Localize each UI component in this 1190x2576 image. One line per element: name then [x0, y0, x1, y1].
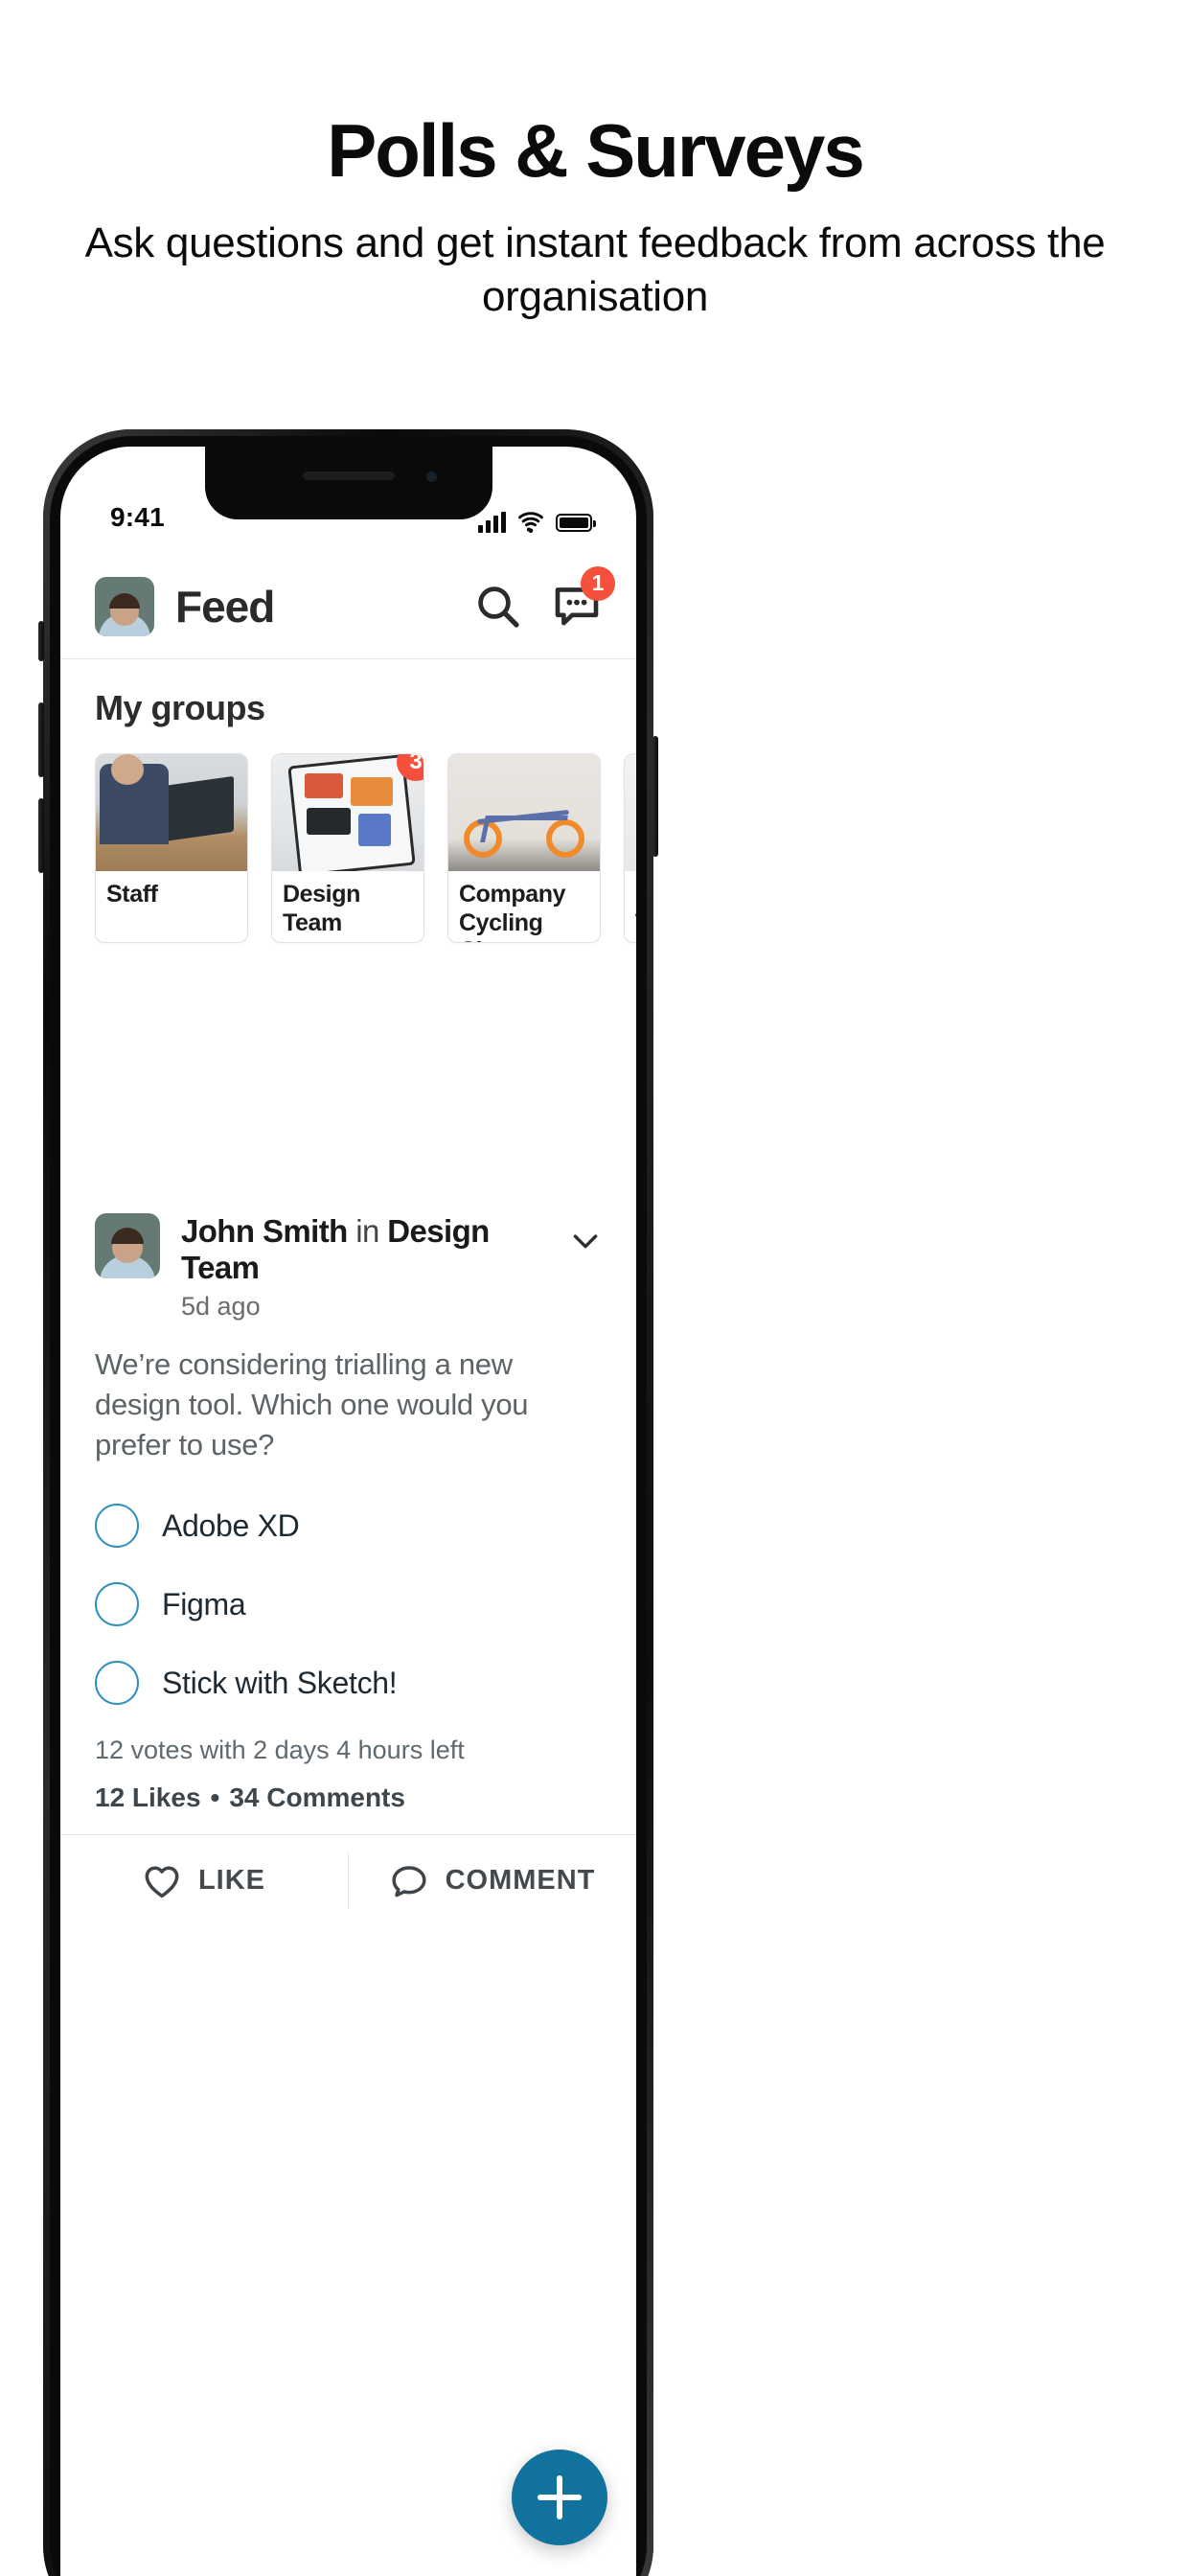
poll-option[interactable]: Stick with Sketch! [95, 1644, 602, 1722]
group-card[interactable]: Design Team [624, 753, 636, 943]
heart-icon [145, 1866, 179, 1898]
phone-screen: 9:41 Feed 1 My groups Staff 3 Design Tea… [60, 447, 636, 2576]
engagement-separator: • [210, 1782, 220, 1813]
poll-option-label: Figma [162, 1586, 246, 1622]
plus-icon [538, 2475, 582, 2519]
feed-title: Feed [175, 581, 275, 632]
post-header: John Smith in Design Team 5d ago [60, 1184, 636, 1322]
poll-option-label: Adobe XD [162, 1507, 300, 1543]
like-button-label: LIKE [197, 1865, 266, 1897]
post-options-button[interactable] [569, 1225, 602, 1257]
poll-option[interactable]: Figma [95, 1565, 602, 1644]
group-card[interactable]: Staff [95, 753, 248, 943]
status-time: 9:41 [110, 502, 165, 532]
search-icon [478, 586, 519, 628]
volume-up-button[interactable] [38, 702, 44, 777]
page-subtitle: Ask questions and get instant feedback f… [84, 219, 1106, 321]
post-author-name: John Smith [181, 1213, 348, 1249]
group-card[interactable]: Company Cycling Cl... [447, 753, 601, 943]
post-in-word: in [347, 1213, 388, 1249]
comment-button-label: COMMENT [445, 1865, 596, 1897]
messages-button[interactable]: 1 [552, 565, 615, 632]
post-engagement: 12 Likes • 34 Comments [60, 1765, 636, 1813]
likes-count[interactable]: 12 Likes [95, 1782, 201, 1812]
phone-mockup: 9:41 Feed 1 My groups Staff 3 Design Tea… [38, 429, 658, 2576]
post-meta: John Smith in Design Team 5d ago [181, 1213, 569, 1322]
poll-option-label: Stick with Sketch! [162, 1665, 398, 1700]
group-name: Company Cycling Cl... [459, 881, 566, 942]
cellular-signal-icon [478, 512, 506, 533]
earpiece-speaker [302, 472, 395, 480]
promo-page: Polls & Surveys Ask questions and get in… [0, 0, 1190, 2576]
comments-count[interactable]: 34 Comments [229, 1782, 405, 1812]
battery-icon [556, 513, 596, 532]
chevron-down-icon [573, 1234, 598, 1249]
volume-down-button[interactable] [38, 798, 44, 873]
phone-notch [204, 447, 492, 519]
post-body: We’re considering trialling a new design… [95, 1347, 529, 1462]
my-groups-heading: My groups [95, 688, 265, 727]
comment-button[interactable]: COMMENT [349, 1835, 636, 1926]
promo-block: Polls & Surveys Ask questions and get in… [0, 113, 1190, 325]
poll-option[interactable]: Adobe XD [95, 1486, 602, 1565]
radio-button-icon[interactable] [95, 1504, 139, 1549]
post-author-line: John Smith in Design Team [181, 1213, 569, 1286]
group-thumbnail [96, 754, 247, 871]
front-camera [425, 472, 437, 482]
app-header: Feed 1 [60, 554, 636, 659]
group-card[interactable]: 3 Design Team [271, 753, 424, 943]
comment-bubble-icon [391, 1866, 426, 1898]
wifi-icon [518, 512, 543, 533]
radio-button-icon[interactable] [95, 1661, 139, 1706]
silent-switch[interactable] [38, 621, 44, 661]
group-name: Design Team [625, 871, 636, 942]
post-timestamp: 5d ago [181, 1292, 261, 1321]
create-post-fab[interactable] [512, 2450, 607, 2545]
power-button[interactable] [652, 736, 658, 857]
search-button[interactable] [473, 582, 523, 632]
user-avatar[interactable] [95, 576, 154, 636]
post-author-avatar[interactable] [95, 1213, 160, 1278]
group-name: Design Team [283, 881, 360, 936]
radio-button-icon[interactable] [95, 1582, 139, 1627]
post-action-bar: LIKE COMMENT [60, 1834, 636, 1926]
page-title: Polls & Surveys [327, 108, 865, 193]
my-groups-section: My groups Staff 3 Design Team Company Cy… [60, 659, 636, 1397]
like-button[interactable]: LIKE [60, 1835, 348, 1926]
group-thumbnail [448, 754, 600, 871]
messages-badge: 1 [581, 565, 615, 601]
group-name: Staff [106, 881, 158, 908]
post-card: John Smith in Design Team 5d ago We’re c… [60, 1184, 636, 1927]
status-indicators [478, 512, 596, 533]
poll-votes-status: 12 votes with 2 days 4 hours left [95, 1736, 465, 1765]
poll-options: Adobe XD Figma Stick with Sketch! [60, 1465, 636, 1722]
group-thumbnail [625, 754, 636, 871]
groups-carousel[interactable]: Staff 3 Design Team Company Cycling [60, 728, 636, 943]
